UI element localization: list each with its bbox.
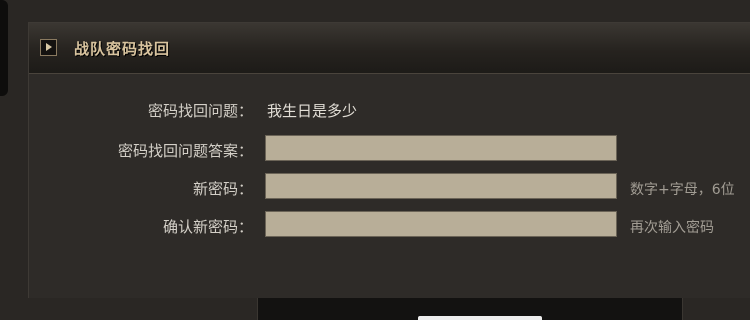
panel-header: 战队密码找回: [29, 23, 750, 74]
submit-button-top-edge[interactable]: [418, 316, 542, 320]
new-password-label: 新密码：: [192, 180, 253, 198]
new-password-hint: 数字+字母，6位: [630, 182, 735, 198]
new-password-input[interactable]: [265, 173, 617, 199]
answer-label: 密码找回问题答案：: [117, 142, 253, 160]
answer-input[interactable]: [265, 135, 617, 161]
question-label: 密码找回问题：: [147, 102, 253, 120]
play-arrow-icon: [40, 39, 57, 56]
left-edge-decoration: [0, 0, 8, 96]
confirm-password-label: 确认新密码：: [162, 218, 253, 236]
confirm-password-input[interactable]: [265, 211, 617, 237]
confirm-password-hint: 再次输入密码: [630, 220, 714, 236]
question-value: 我生日是多少: [267, 102, 358, 120]
password-recovery-panel: 战队密码找回 密码找回问题： 我生日是多少 密码找回问题答案： 新密码： 数字+…: [28, 22, 750, 298]
panel-title: 战队密码找回: [74, 40, 171, 58]
